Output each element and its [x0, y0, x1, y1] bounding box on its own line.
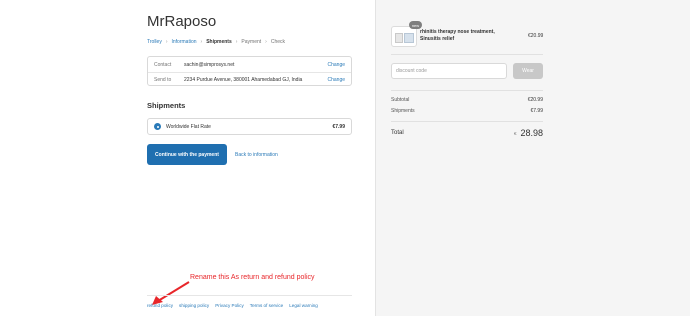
send-to-row: Send to 2234 Purdue Avenue, 380001 Ahame…	[148, 72, 351, 87]
radio-selected-icon[interactable]	[154, 123, 161, 130]
order-summary-panel	[375, 0, 690, 316]
contact-label: Contact	[154, 61, 172, 68]
product-device-image	[404, 33, 414, 43]
breadcrumb-check: Check	[270, 39, 286, 45]
total-label: Total	[391, 130, 404, 136]
back-to-information-link[interactable]: Back to information	[235, 152, 278, 158]
contact-value: sachin@simprosys.net	[184, 61, 235, 68]
shipments-heading: Shipments	[147, 101, 186, 110]
annotation-text: Rename this As return and refund policy	[190, 274, 315, 281]
discount-code-input[interactable]	[391, 63, 507, 79]
breadcrumb: Trolley › Information › Shipments › Paym…	[147, 39, 285, 45]
chevron-right-icon: ›	[235, 39, 238, 45]
total-currency: €	[513, 130, 517, 136]
apply-discount-button[interactable]: Wear	[513, 63, 543, 79]
subtotal-label: Subtotal	[391, 97, 410, 103]
footer-divider	[147, 295, 352, 296]
breadcrumb-payment: Payment	[241, 39, 262, 45]
subtotal-value: €20.99	[527, 97, 543, 103]
footer-link-legal-warning[interactable]: Legal warning	[289, 303, 318, 308]
product-badge: new	[409, 21, 422, 29]
footer-links: refund policy shipping policy Privacy Po…	[147, 303, 318, 308]
send-to-value: 2234 Purdue Avenue, 380001 Ahamedabad GJ…	[184, 77, 303, 83]
summary-divider	[391, 121, 543, 122]
subtotal-row: Subtotal €20.99	[391, 97, 543, 103]
total-row: Total € 28.98	[391, 128, 543, 138]
store-title: MrRaposo	[147, 13, 217, 30]
footer-link-privacy-policy[interactable]: Privacy Policy	[215, 303, 244, 308]
product-price: €20.99	[528, 33, 544, 39]
summary-divider	[391, 90, 543, 91]
shipments-cost-label: Shipments	[391, 108, 415, 114]
product-box-image	[395, 33, 403, 43]
checkout-main-panel: MrRaposo Trolley › Information › Shipmen…	[0, 0, 375, 316]
total-value: 28.98	[520, 128, 543, 138]
footer-link-shipping-policy[interactable]: shipping policy	[179, 303, 209, 308]
breadcrumb-information[interactable]: Information	[172, 39, 197, 45]
shipping-option-name: Worldwide Flat Rate	[166, 123, 211, 130]
send-to-label: Send to	[154, 77, 172, 83]
total-amount: € 28.98	[514, 128, 543, 138]
shipments-cost-value: €7.99	[530, 108, 543, 114]
summary-product: new rhinitis therapy nose treatment, Sin…	[391, 21, 495, 47]
continue-to-payment-button[interactable]: Continue with the payment	[147, 144, 227, 165]
shipping-option[interactable]: Worldwide Flat Rate €7.99	[147, 118, 352, 135]
summary-divider	[391, 54, 543, 55]
chevron-right-icon: ›	[265, 39, 267, 45]
chevron-right-icon: ›	[165, 39, 168, 45]
contact-row: Contact sachin@simprosys.net Change	[148, 57, 351, 72]
breadcrumb-trolley[interactable]: Trolley	[147, 39, 162, 45]
footer-link-refund-policy[interactable]: refund policy	[147, 303, 173, 308]
change-contact-link[interactable]: Change	[327, 62, 345, 68]
review-box: Contact sachin@simprosys.net Change Send…	[147, 56, 352, 86]
change-address-link[interactable]: Change	[327, 77, 345, 83]
product-thumbnail: new	[391, 21, 422, 47]
chevron-right-icon: ›	[200, 39, 203, 45]
shipments-row: Shipments €7.99	[391, 108, 543, 114]
shipping-option-price: €7.99	[332, 123, 345, 130]
product-name: rhinitis therapy nose treatment, Sinusit…	[420, 29, 495, 42]
breadcrumb-shipments: Shipments	[206, 39, 232, 45]
footer-link-terms-of-service[interactable]: Terms of service	[250, 303, 283, 308]
